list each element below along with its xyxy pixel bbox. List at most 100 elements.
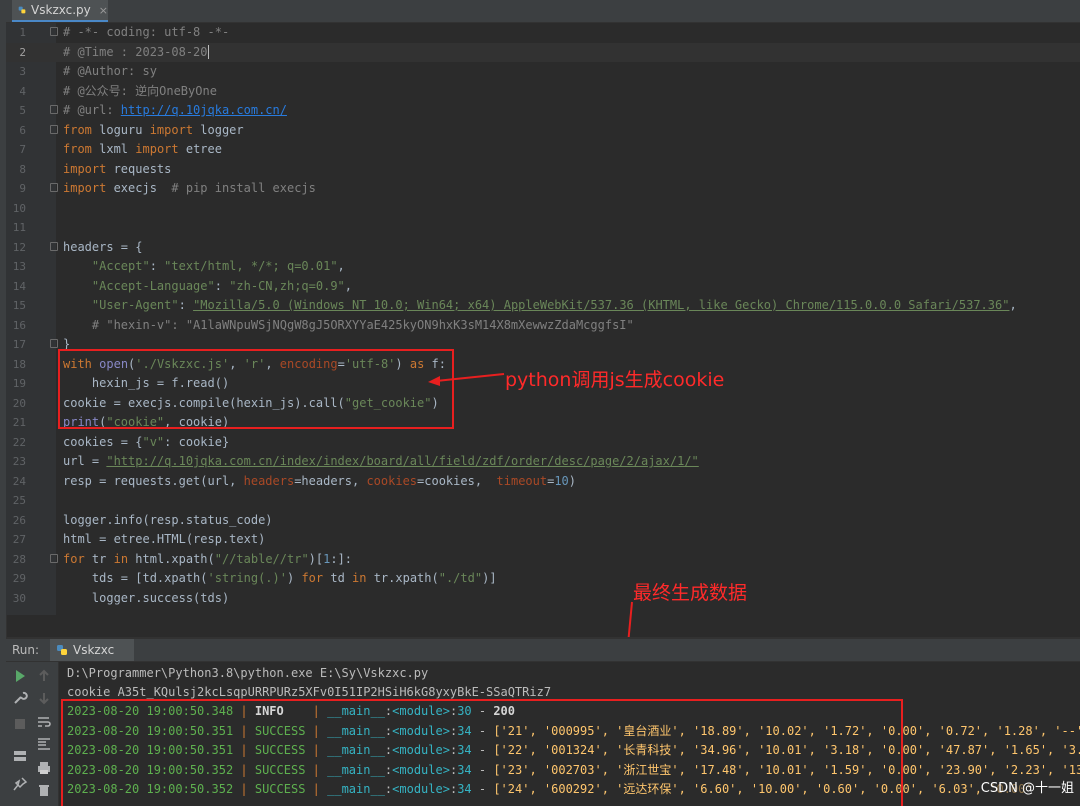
line-number: 14 — [12, 279, 26, 293]
run-tab-label: Vskzxc — [73, 643, 115, 657]
code-text: # @Author: sy — [63, 64, 157, 78]
fold-marker-icon[interactable] — [50, 553, 58, 563]
fold-marker-icon[interactable] — [50, 183, 58, 192]
code-text: # @Time : 2023-08-20 — [63, 44, 209, 59]
annotation-label-data: 最终生成数据 — [633, 582, 748, 604]
line-number: 19 — [12, 377, 26, 390]
code-text: logger.info(resp.status_code) — [63, 512, 273, 527]
code-line[interactable]: 24 resp = requests.get(url, headers=heade… — [6, 472, 1080, 491]
code-line[interactable]: 8 import requests — [6, 160, 1080, 179]
code-line[interactable]: 9 import execjs # pip install execjs — [6, 179, 1080, 198]
fold-marker-icon[interactable] — [50, 124, 58, 134]
code-line[interactable]: 1 # -*- coding: utf-8 -*- — [6, 23, 1080, 42]
code-line[interactable]: 12 headers = { — [6, 238, 1080, 257]
line-number: 13 — [12, 260, 26, 273]
line-number: 29 — [12, 572, 26, 585]
soft-wrap-icon[interactable] — [36, 714, 52, 730]
code-line[interactable]: 14 "Accept-Language": "zh-CN,zh;q=0.9", — [6, 277, 1080, 296]
run-console-output[interactable]: D:\Programmer\Python3.8\python.exe E:\Sy… — [59, 662, 1080, 806]
code-text: from lxml import etree — [63, 142, 222, 156]
fold-marker-icon[interactable] — [50, 241, 58, 251]
print-icon[interactable] — [36, 760, 52, 776]
line-number: 27 — [12, 533, 26, 546]
line-number: 22 — [12, 435, 26, 449]
python-file-icon — [18, 6, 26, 14]
annotation-box-output — [61, 699, 903, 806]
code-line[interactable]: 2 # @Time : 2023-08-20 — [6, 42, 1080, 62]
tab-vskzxc-py[interactable]: Vskzxc.py × — [12, 0, 108, 22]
stop-icon[interactable] — [12, 716, 28, 732]
line-number: 9 — [19, 182, 26, 195]
run-tool-header: Run: Vskzxc — [6, 639, 1080, 662]
scroll-to-end-icon[interactable] — [36, 736, 52, 752]
line-number: 28 — [12, 552, 26, 566]
fold-marker-icon[interactable] — [50, 27, 58, 36]
annotation-arrow-icon — [428, 373, 505, 386]
editor-tab-bar: Vskzxc.py × — [6, 0, 1080, 23]
code-text: from loguru import logger — [63, 122, 244, 137]
fold-marker-icon[interactable] — [50, 339, 58, 348]
code-line[interactable]: 13 "Accept": "text/html, */*; q=0.01", — [6, 257, 1080, 276]
line-number: 17 — [12, 338, 26, 351]
code-line[interactable]: 3 # @Author: sy — [6, 62, 1080, 81]
code-text: for tr in html.xpath("//table//tr")[1:]: — [63, 551, 353, 566]
code-text: "Accept": "text/html, */*; q=0.01", — [91, 259, 345, 273]
code-text: import execjs # pip install execjs — [63, 181, 316, 195]
annotation-label-js: python调用js生成cookie — [505, 369, 725, 391]
code-text: url = "http://q.10jqka.com.cn/index/inde… — [63, 454, 699, 468]
code-text: # @公众号: 逆向OneByOne — [63, 83, 217, 98]
line-number: 15 — [12, 299, 26, 312]
csdn-watermark: CSDN @十一姐 — [978, 777, 1076, 796]
pin-icon[interactable] — [12, 776, 28, 792]
run-tab-vskzxc[interactable]: Vskzxc — [50, 639, 134, 661]
line-number: 8 — [19, 162, 26, 176]
code-line[interactable]: 29 tds = [td.xpath('string(.)') for td i… — [6, 569, 1080, 588]
line-number: 5 — [19, 104, 26, 117]
delete-icon[interactable] — [36, 782, 52, 798]
code-line[interactable]: 6 from loguru import logger — [6, 121, 1080, 140]
code-text: logger.success(tds) — [63, 590, 230, 605]
line-number: 24 — [12, 474, 26, 488]
line-number: 6 — [19, 123, 26, 137]
code-text: html = etree.HTML(resp.text) — [63, 532, 266, 546]
line-number: 12 — [12, 240, 26, 254]
python-file-icon — [57, 645, 67, 655]
code-line[interactable]: 26 logger.info(resp.status_code) — [6, 511, 1080, 530]
code-line[interactable]: 15 "User-Agent": "Mozilla/5.0 (Windows N… — [6, 296, 1080, 315]
code-text: headers = { — [63, 239, 143, 254]
code-line[interactable]: 10 — [6, 199, 1080, 218]
fold-marker-icon[interactable] — [50, 105, 58, 114]
code-line[interactable]: 7 from lxml import etree — [6, 140, 1080, 159]
code-editor[interactable]: 1 # -*- coding: utf-8 -*- 2 # @Time : 2023-… — [6, 23, 1080, 615]
code-line[interactable]: 11 — [6, 218, 1080, 237]
line-number: 1 — [19, 26, 26, 39]
code-line[interactable]: 4 # @公众号: 逆向OneByOne — [6, 82, 1080, 101]
close-icon[interactable]: × — [99, 4, 108, 17]
code-line[interactable]: 23 url = "http://q.10jqka.com.cn/index/in… — [6, 452, 1080, 471]
arrow-up-icon[interactable] — [36, 668, 52, 684]
code-line[interactable]: 30 logger.success(tds) — [6, 589, 1080, 608]
arrow-down-icon[interactable] — [36, 690, 52, 706]
line-number: 4 — [19, 84, 26, 98]
line-number: 16 — [12, 318, 26, 332]
code-line[interactable]: 27 html = etree.HTML(resp.text) — [6, 530, 1080, 549]
console-command-line: D:\Programmer\Python3.8\python.exe E:\Sy… — [67, 666, 429, 680]
code-line[interactable]: 25 — [6, 491, 1080, 510]
line-number: 2 — [19, 45, 26, 59]
code-text: "User-Agent": "Mozilla/5.0 (Windows NT 1… — [91, 298, 1017, 312]
code-line[interactable]: 16 # "hexin-v": "A1laWNpuWSjNQgW8gJ5ORXY… — [6, 316, 1080, 335]
code-text: import requests — [63, 161, 172, 176]
code-text: tds = [td.xpath('string(.)') for td in t… — [63, 571, 497, 585]
code-text: cookies = {"v": cookie} — [63, 434, 230, 449]
code-line[interactable]: 5 # @url: http://q.10jqka.com.cn/ — [6, 101, 1080, 120]
code-text: # -*- coding: utf-8 -*- — [63, 25, 230, 39]
code-line[interactable]: 28 for tr in html.xpath("//table//tr")[1:… — [6, 550, 1080, 569]
line-number: 25 — [12, 494, 26, 507]
run-label: Run: — [12, 643, 40, 657]
line-number: 7 — [19, 143, 26, 156]
wrench-icon[interactable] — [12, 690, 28, 706]
rerun-icon[interactable] — [12, 668, 28, 684]
code-text: resp = requests.get(url, headers=headers… — [63, 473, 577, 488]
layout-icon[interactable] — [12, 748, 28, 764]
code-line[interactable]: 22 cookies = {"v": cookie} — [6, 433, 1080, 452]
